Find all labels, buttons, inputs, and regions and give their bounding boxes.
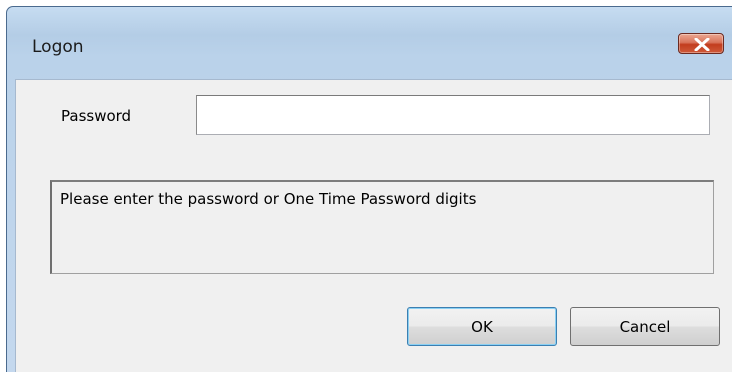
logon-dialog: Logon Password Please enter the password… bbox=[6, 6, 732, 372]
ok-button[interactable]: OK bbox=[407, 307, 557, 346]
window-title: Logon bbox=[32, 37, 84, 57]
password-label: Password bbox=[61, 107, 132, 125]
cancel-button[interactable]: Cancel bbox=[570, 307, 720, 346]
close-button[interactable] bbox=[678, 33, 724, 54]
message-box: Please enter the password or One Time Pa… bbox=[50, 180, 714, 274]
close-icon bbox=[694, 38, 710, 51]
title-bar[interactable]: Logon bbox=[7, 7, 732, 79]
message-text: Please enter the password or One Time Pa… bbox=[60, 190, 477, 208]
password-input[interactable] bbox=[196, 95, 710, 135]
dialog-body: Password Please enter the password or On… bbox=[15, 79, 732, 372]
